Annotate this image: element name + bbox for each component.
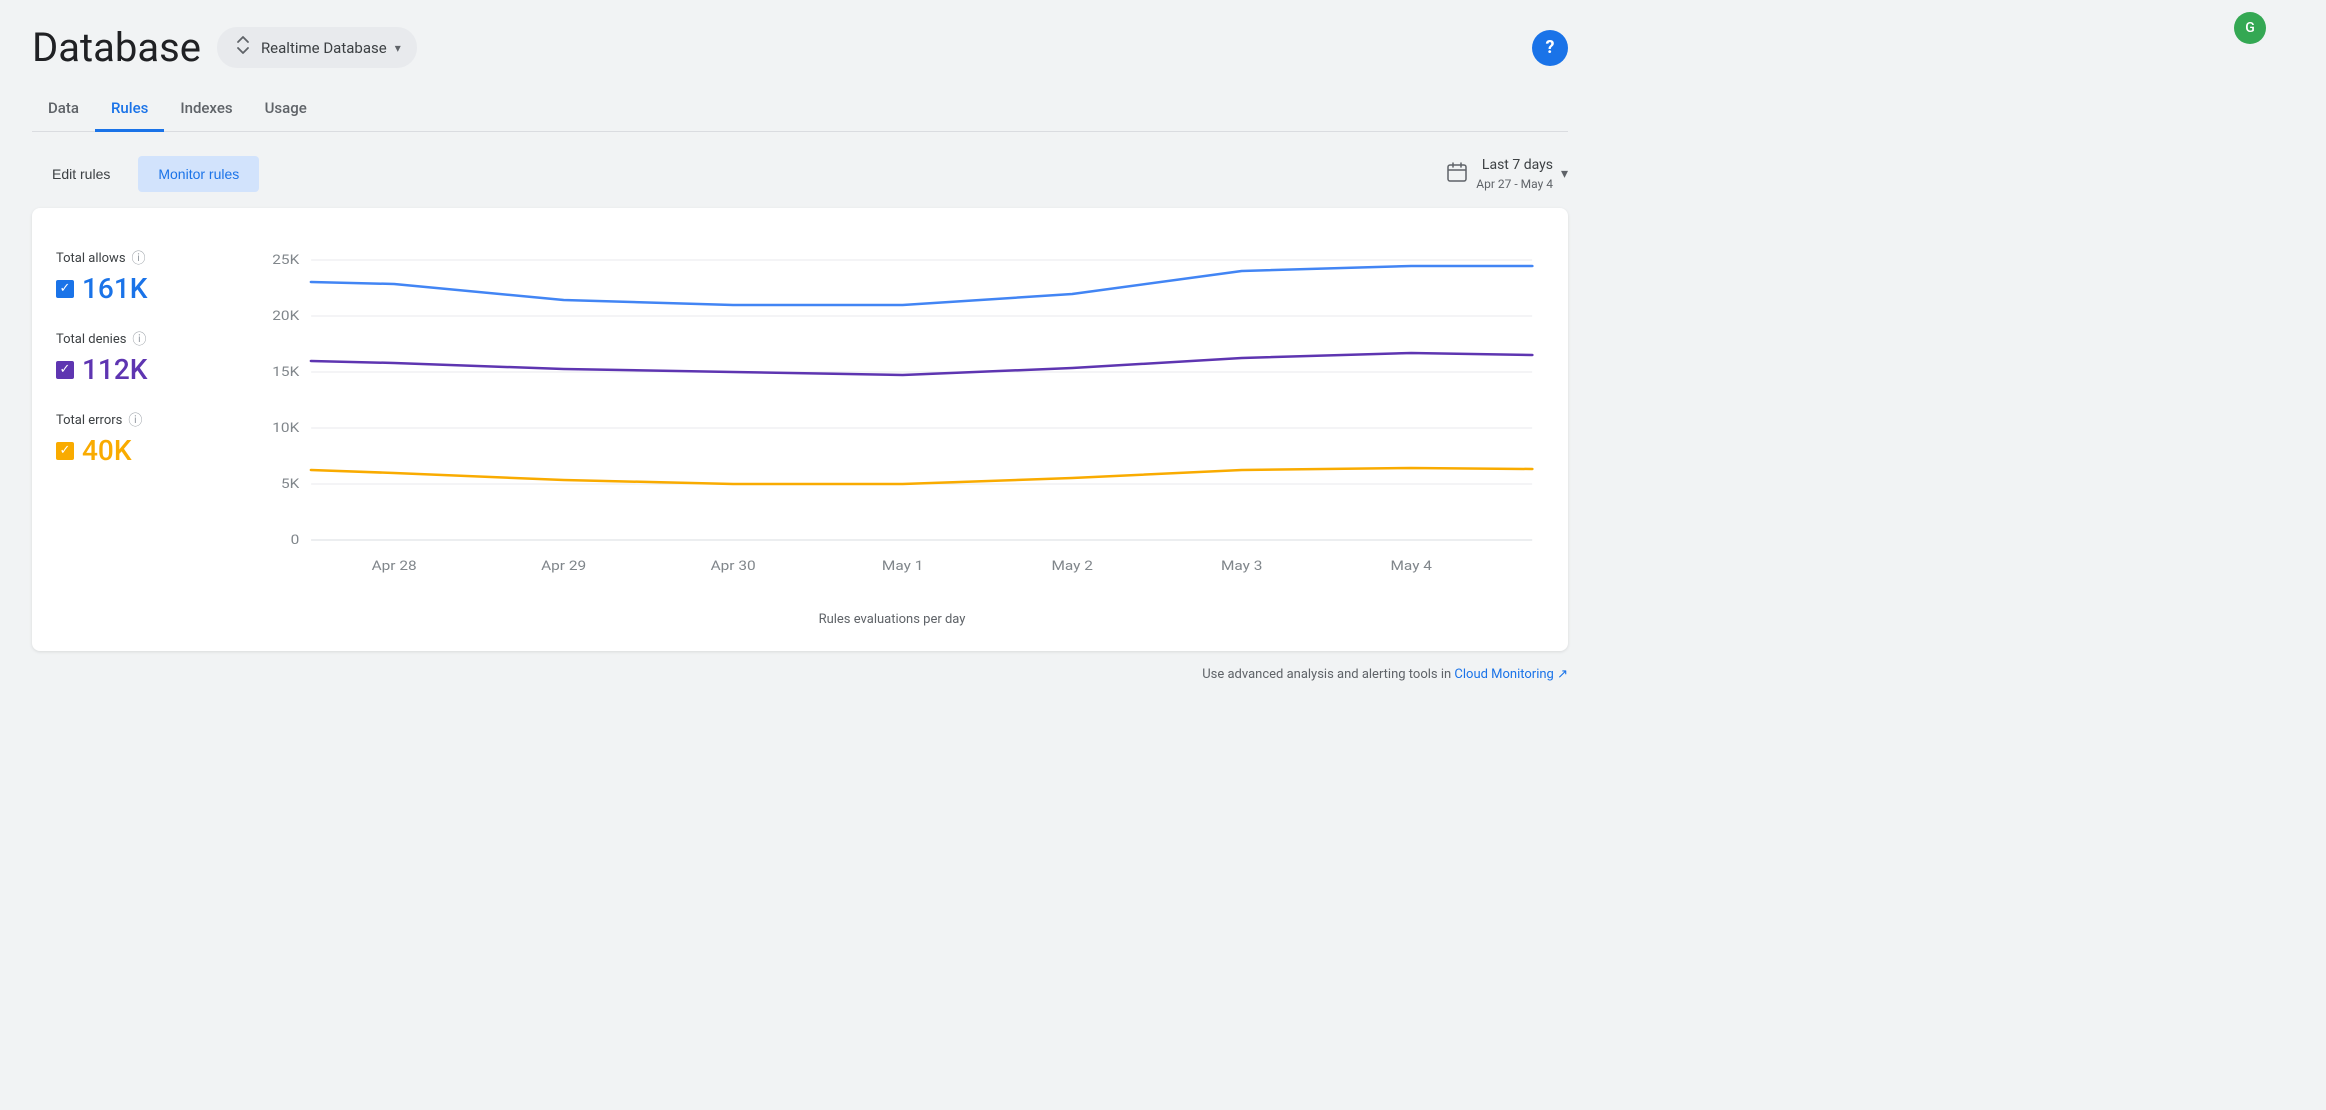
date-range-sub: Apr 27 - May 4 (1476, 176, 1553, 193)
legend-errors: Total errors ⓘ ✓ 40K (56, 410, 216, 467)
calendar-icon (1446, 161, 1468, 188)
date-range-main: Last 7 days (1476, 156, 1553, 176)
svg-text:20K: 20K (272, 309, 299, 324)
date-range-chevron-icon: ▾ (1561, 166, 1568, 182)
svg-text:15K: 15K (272, 365, 299, 380)
svg-text:0: 0 (291, 533, 300, 548)
footer-note: Use advanced analysis and alerting tools… (32, 667, 1568, 682)
cloud-monitoring-link[interactable]: Cloud Monitoring ↗ (1454, 667, 1568, 682)
legend-denies-help-icon[interactable]: ⓘ (132, 329, 146, 349)
footer-note-text: Use advanced analysis and alerting tools… (1202, 667, 1454, 682)
svg-text:May 3: May 3 (1221, 559, 1262, 574)
svg-text:10K: 10K (272, 421, 299, 436)
svg-text:Apr 29: Apr 29 (541, 559, 586, 574)
chart-legends: Total allows ⓘ ✓ 161K Total denies ⓘ ✓ (56, 240, 216, 627)
help-icon: ? (1546, 37, 1555, 58)
legend-denies-checkbox[interactable]: ✓ (56, 361, 74, 379)
legend-errors-value: 40K (82, 434, 132, 467)
chart-card: Total allows ⓘ ✓ 161K Total denies ⓘ ✓ (32, 208, 1568, 651)
svg-text:May 1: May 1 (882, 559, 923, 574)
chart-svg: 25K 20K 15K 10K 5K 0 Apr 28 Apr 29 Apr 3… (240, 240, 1544, 600)
db-selector-chevron-icon: ▾ (395, 41, 401, 55)
svg-text:Apr 28: Apr 28 (372, 559, 417, 574)
db-selector[interactable]: Realtime Database ▾ (217, 27, 417, 68)
edit-rules-button[interactable]: Edit rules (32, 156, 130, 192)
svg-text:25K: 25K (272, 253, 299, 268)
legend-denies: Total denies ⓘ ✓ 112K (56, 329, 216, 386)
tab-rules[interactable]: Rules (95, 87, 164, 132)
tab-indexes[interactable]: Indexes (164, 87, 248, 132)
page-title: Database (32, 24, 201, 71)
tab-usage[interactable]: Usage (249, 87, 323, 132)
tabs-row: Data Rules Indexes Usage (32, 87, 1568, 132)
help-button[interactable]: ? (1532, 30, 1568, 66)
legend-allows-help-icon[interactable]: ⓘ (132, 248, 146, 268)
legend-errors-checkbox[interactable]: ✓ (56, 442, 74, 460)
svg-text:May 4: May 4 (1390, 559, 1431, 574)
db-selector-icon (233, 35, 253, 60)
legend-allows-label: Total allows (56, 251, 126, 266)
svg-text:Apr 30: Apr 30 (711, 559, 756, 574)
svg-text:May 2: May 2 (1051, 559, 1092, 574)
date-range-selector[interactable]: Last 7 days Apr 27 - May 4 ▾ (1446, 156, 1568, 192)
legend-allows-value: 161K (82, 272, 147, 305)
chart-x-label: Rules evaluations per day (240, 612, 1544, 627)
legend-allows-checkbox[interactable]: ✓ (56, 280, 74, 298)
legend-errors-label: Total errors (56, 413, 122, 428)
external-link-icon: ↗ (1557, 667, 1568, 682)
legend-errors-help-icon[interactable]: ⓘ (128, 410, 142, 430)
chart-area: 25K 20K 15K 10K 5K 0 Apr 28 Apr 29 Apr 3… (240, 240, 1544, 627)
tab-data[interactable]: Data (32, 87, 95, 132)
monitor-rules-button[interactable]: Monitor rules (138, 156, 259, 192)
legend-denies-label: Total denies (56, 332, 126, 347)
legend-denies-value: 112K (82, 353, 147, 386)
db-selector-label: Realtime Database (261, 39, 387, 57)
legend-allows: Total allows ⓘ ✓ 161K (56, 248, 216, 305)
user-avatar[interactable]: G (2234, 12, 2266, 44)
svg-text:5K: 5K (281, 477, 299, 492)
